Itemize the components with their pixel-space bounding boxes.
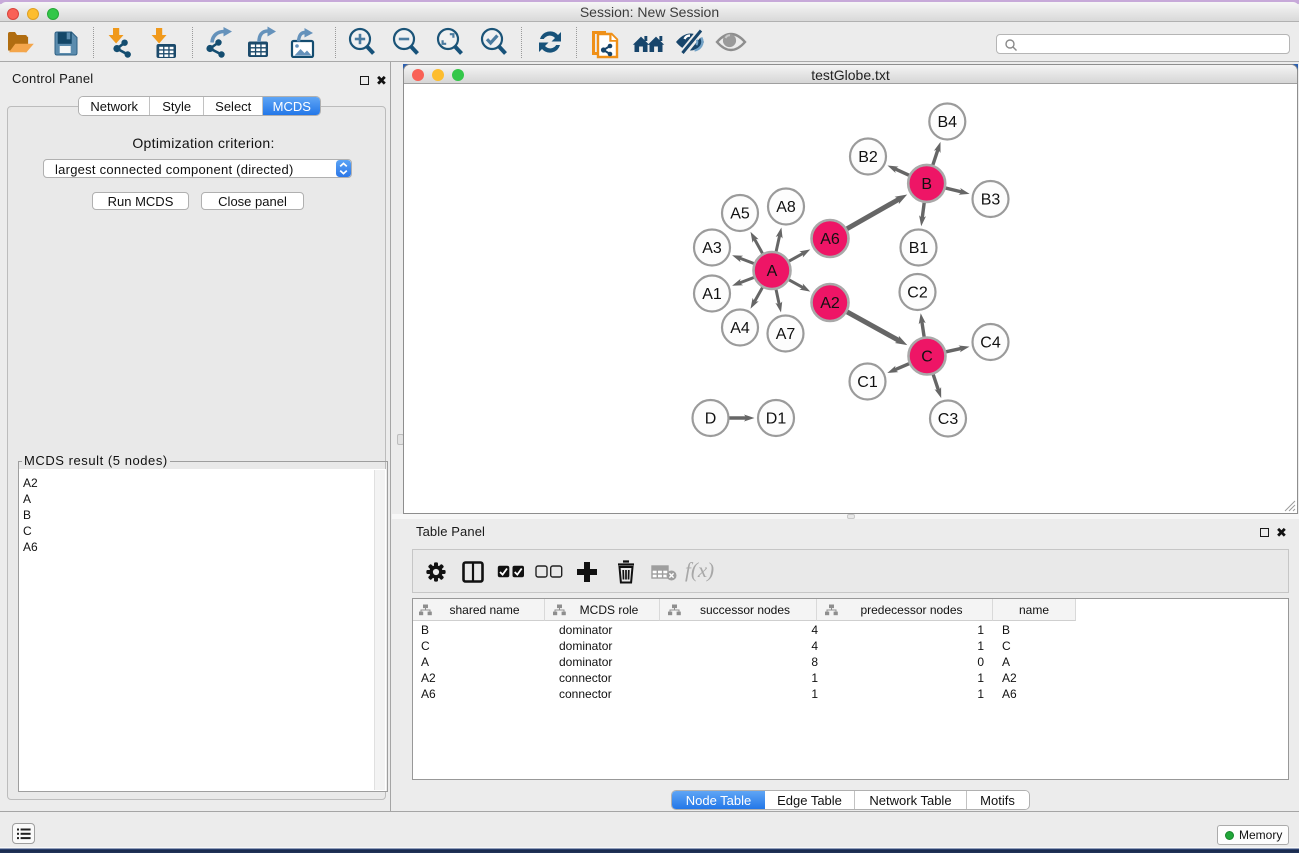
svg-text:A2: A2 — [820, 295, 840, 312]
svg-text:A1: A1 — [702, 286, 722, 303]
svg-text:B: B — [921, 176, 932, 193]
svg-text:A7: A7 — [776, 326, 796, 343]
svg-text:C: C — [921, 349, 933, 366]
svg-text:A3: A3 — [702, 240, 722, 257]
svg-text:B1: B1 — [909, 240, 929, 257]
svg-text:C2: C2 — [907, 285, 928, 302]
svg-text:A4: A4 — [730, 320, 750, 337]
svg-text:A8: A8 — [776, 199, 796, 216]
svg-text:B2: B2 — [858, 149, 878, 166]
svg-text:A6: A6 — [820, 231, 840, 248]
svg-text:A: A — [767, 263, 778, 280]
svg-text:C1: C1 — [857, 374, 878, 391]
svg-text:A5: A5 — [730, 206, 750, 223]
svg-text:D: D — [705, 411, 717, 428]
svg-text:D1: D1 — [766, 411, 787, 428]
svg-text:C4: C4 — [980, 335, 1001, 352]
svg-text:B3: B3 — [981, 192, 1001, 209]
svg-text:C3: C3 — [938, 411, 959, 428]
svg-text:B4: B4 — [938, 114, 958, 131]
